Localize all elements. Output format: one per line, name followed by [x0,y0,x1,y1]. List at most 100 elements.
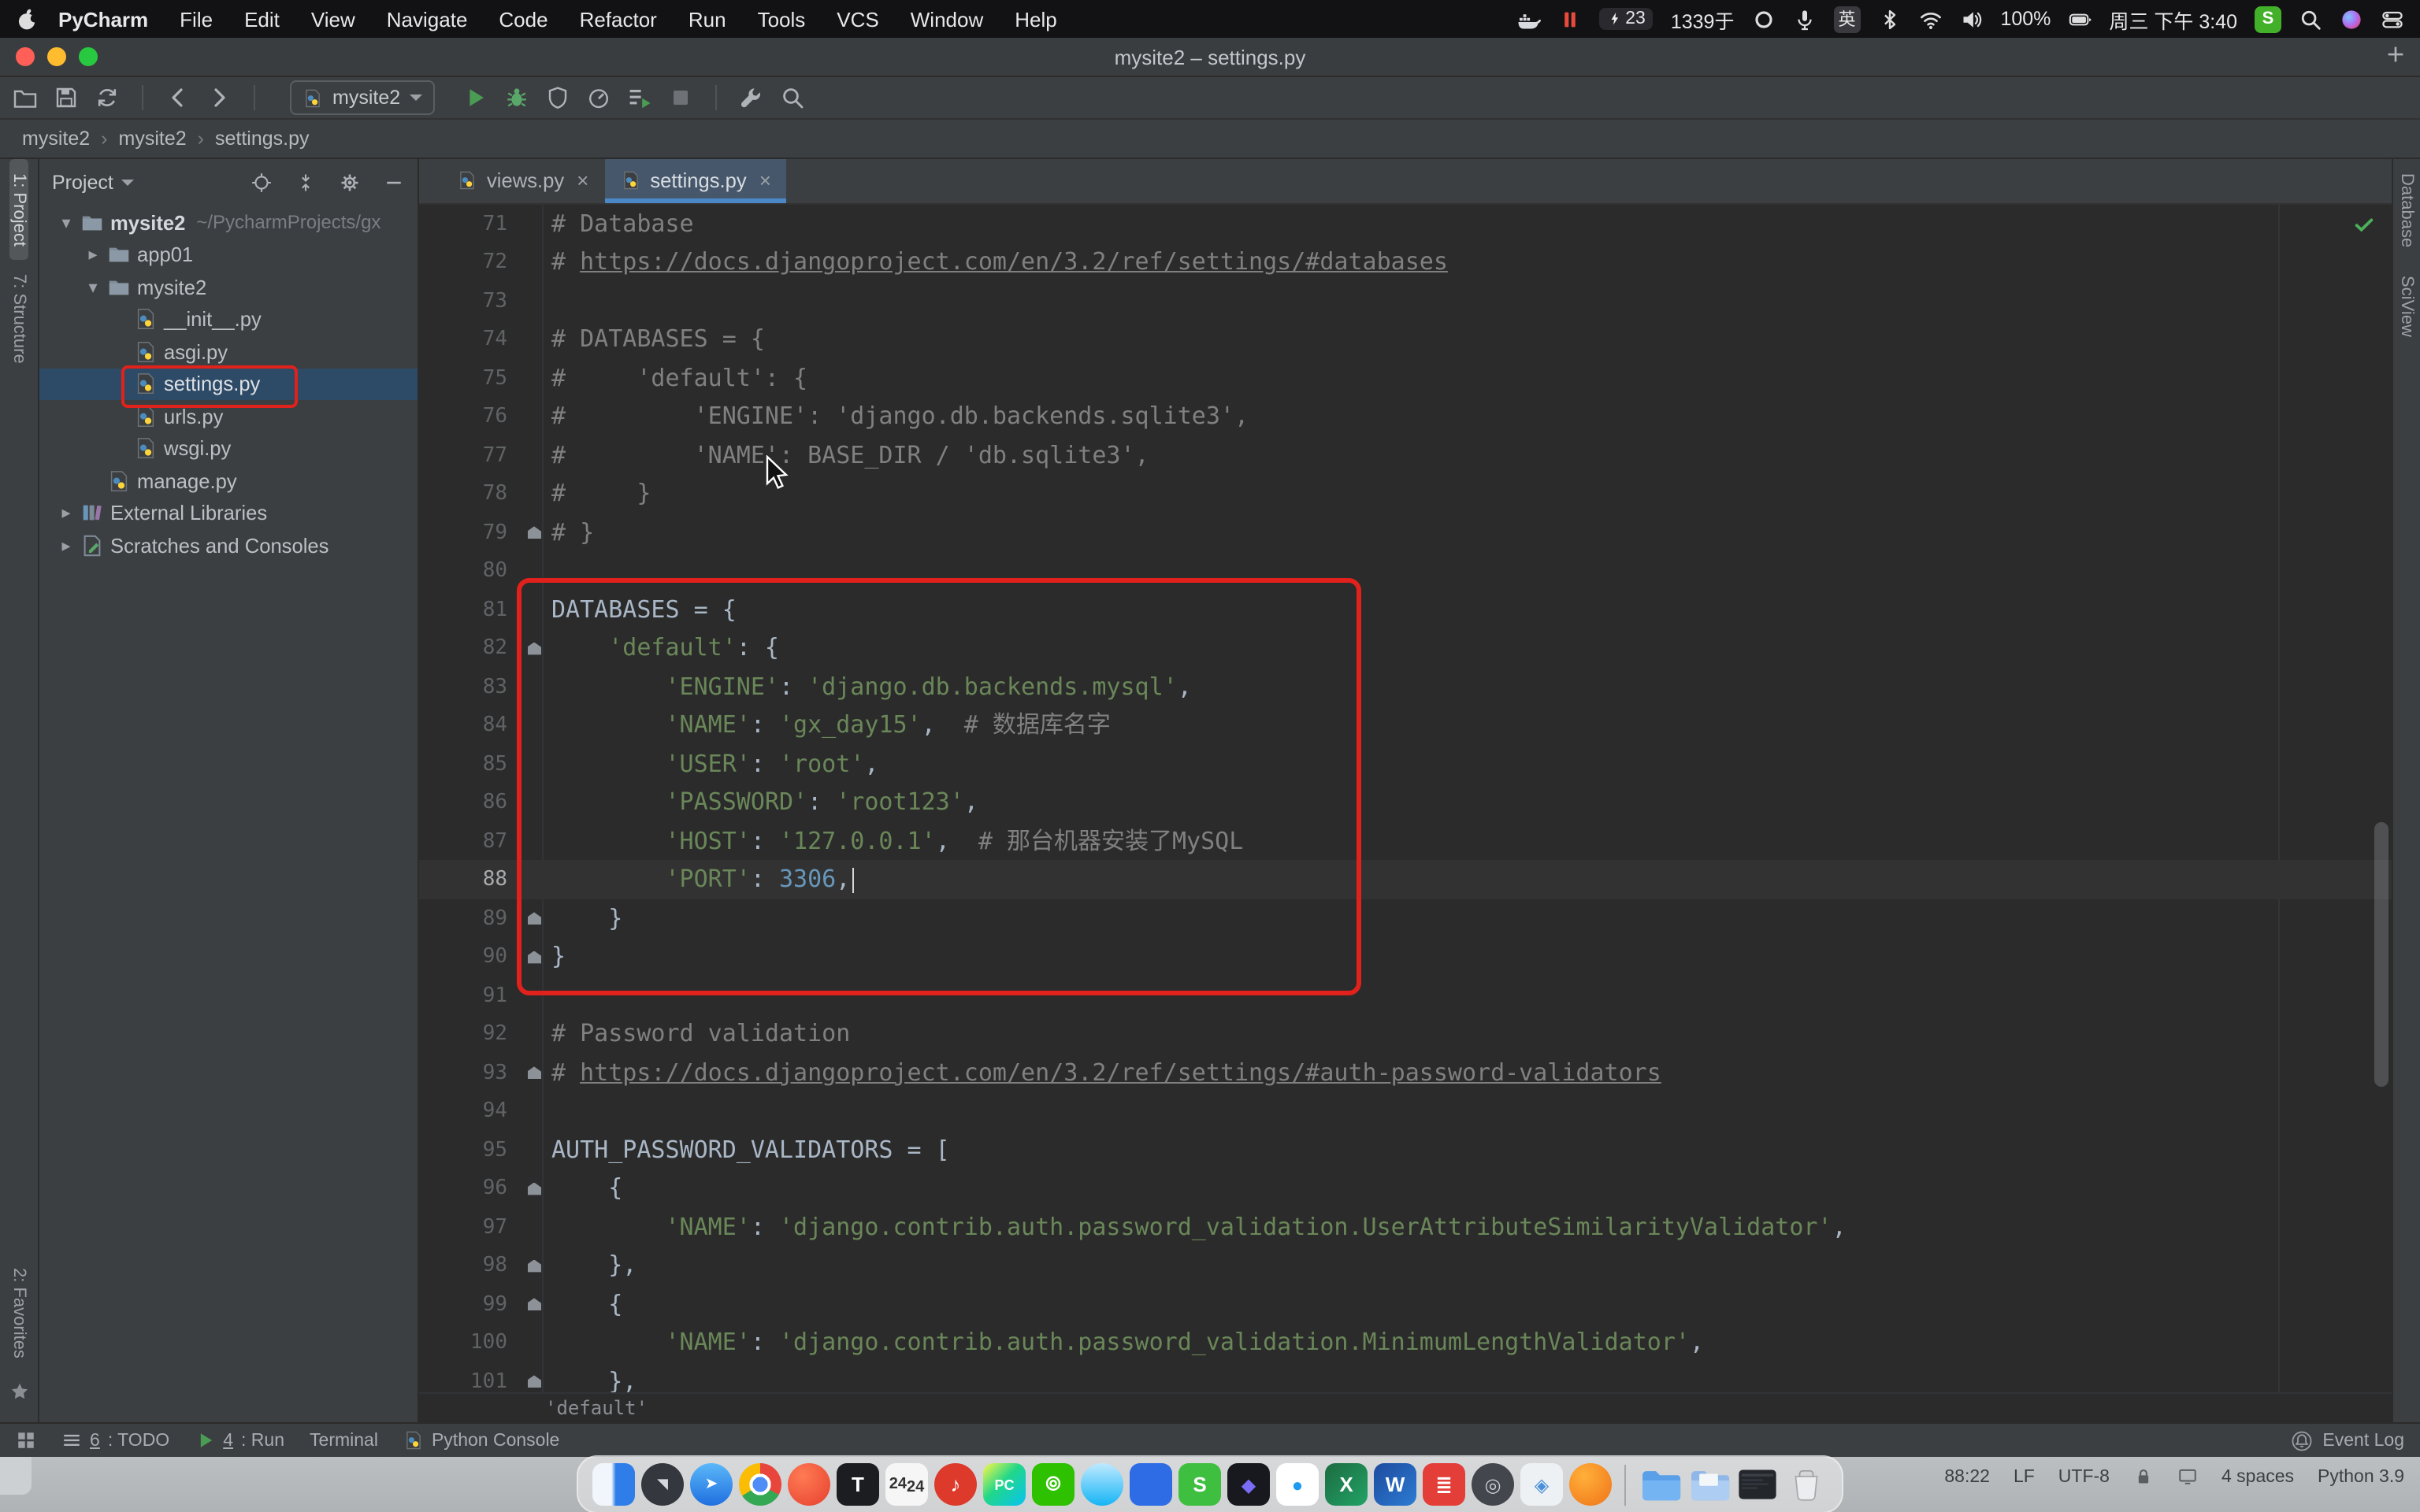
line-number[interactable]: 87 [419,829,517,853]
siri-icon[interactable] [2340,7,2363,31]
file-encoding[interactable]: UTF-8 [2058,1467,2110,1486]
line-number[interactable]: 86 [419,791,517,814]
toolwindow-toggle[interactable] [16,1430,36,1451]
dock-wechat-icon[interactable]: ⦾ [1032,1463,1075,1506]
menubar-menu-file[interactable]: File [164,7,228,31]
code-line-93[interactable]: 93# https://docs.djangoproject.com/en/3.… [419,1054,2392,1092]
code-line-82[interactable]: 82 'default': { [419,629,2392,668]
line-separator[interactable]: LF [2014,1467,2035,1486]
profiler-button[interactable] [586,85,611,110]
run-button[interactable] [463,85,488,110]
dock-bluebird-app-icon[interactable]: ● [1276,1463,1319,1506]
close-icon[interactable]: × [577,169,588,193]
menubar-clock[interactable]: 周三 下午 3:40 [2109,4,2237,34]
tree-item-__init__-py[interactable]: __init__.py [39,303,418,335]
code-line-86[interactable]: 86 'PASSWORD': 'root123', [419,784,2392,822]
code-line-79[interactable]: 79# } [419,513,2392,552]
line-number[interactable]: 89 [419,906,517,930]
fold-marker-icon[interactable] [527,1375,541,1388]
tab-settings-py[interactable]: settings.py× [604,159,787,203]
line-number[interactable]: 83 [419,675,517,699]
dock-white-tool-app-icon[interactable]: ◈ [1520,1463,1563,1506]
code-line-95[interactable]: 95AUTH_PASSWORD_VALIDATORS = [ [419,1131,2392,1169]
fold-marker-icon[interactable] [527,526,541,539]
fold-marker-icon[interactable] [527,951,541,963]
code-line-90[interactable]: 90} [419,938,2392,976]
pause-indicator-icon[interactable] [1557,7,1581,31]
code-line-85[interactable]: 85 'USER': 'root', [419,745,2392,784]
code-line-91[interactable]: 91 [419,976,2392,1015]
close-window-button[interactable] [16,47,35,66]
run-config-selector[interactable]: mysite2 [290,80,435,115]
tree-item-urls-py[interactable]: urls.py [39,400,418,432]
dock-chrome-icon[interactable] [739,1463,781,1506]
code-line-94[interactable]: 94 [419,1092,2392,1131]
net-speed-text[interactable]: 1339于 [1671,4,1735,34]
code-line-78[interactable]: 78# } [419,475,2392,513]
app-menu-title[interactable]: PyCharm [58,7,148,31]
dock-pycharm-icon[interactable]: PC [983,1463,1026,1506]
save-all-button[interactable] [54,85,79,110]
code-line-83[interactable]: 83 'ENGINE': 'django.db.backends.mysql', [419,668,2392,706]
code-line-77[interactable]: 77# 'NAME': BASE_DIR / 'db.sqlite3', [419,436,2392,475]
line-number[interactable]: 85 [419,752,517,776]
code-line-75[interactable]: 75# 'default': { [419,359,2392,398]
docker-whale-icon[interactable] [1516,7,1540,31]
favorites-star[interactable] [9,1381,29,1410]
tree-arrow-icon[interactable]: ▸ [55,503,77,524]
interpreter-info[interactable]: Python 3.9 [2318,1467,2404,1486]
line-number[interactable]: 101 [419,1369,517,1392]
search-everywhere-button[interactable] [780,85,805,110]
line-number[interactable]: 95 [419,1138,517,1162]
line-number[interactable]: 74 [419,328,517,351]
tree-item-settings-py[interactable]: settings.py [39,368,418,400]
battery-icon[interactable] [2068,7,2092,31]
menubar-menu-tools[interactable]: Tools [742,7,822,31]
dock-qq-app-icon[interactable] [1081,1463,1123,1506]
editor-scrollbar[interactable] [2374,822,2388,1087]
dock-sogou-app-icon[interactable]: S [1178,1463,1221,1506]
code-line-89[interactable]: 89 } [419,899,2392,938]
line-number[interactable]: 99 [419,1292,517,1316]
settings-wrench-button[interactable] [739,85,764,110]
dock-gray-circle-app-icon[interactable]: ◎ [1472,1463,1514,1506]
tree-arrow-icon[interactable]: ▸ [55,536,77,556]
tree-item-app01[interactable]: ▸app01 [39,239,418,271]
line-number[interactable]: 84 [419,713,517,737]
python-console-toolwindow-button[interactable]: Python Console [403,1430,559,1451]
status-badge[interactable]: 23 [1598,8,1654,30]
line-number[interactable]: 75 [419,366,517,390]
fold-marker-icon[interactable] [527,1182,541,1195]
dock-typora-icon[interactable]: T [837,1463,879,1506]
fold-marker-icon[interactable] [527,1259,541,1272]
toolwindow-button-sciview[interactable]: SciView [2397,261,2416,351]
screen-reader-icon[interactable] [2177,1466,2198,1487]
fold-marker-icon[interactable] [527,1066,541,1079]
breadcrumb-item-settings.py[interactable]: settings.py [215,128,310,150]
code-line-76[interactable]: 76# 'ENGINE': 'django.db.backends.sqlite… [419,398,2392,436]
code-line-101[interactable]: 101 }, [419,1362,2392,1392]
line-number[interactable]: 93 [419,1061,517,1084]
readonly-lock-icon[interactable] [2133,1466,2154,1487]
sogou-input-icon[interactable]: S [2255,6,2281,32]
circle-indicator-icon[interactable] [1751,7,1775,31]
toolwindow-button-2-favorites[interactable]: 2: Favorites [9,1253,28,1372]
code-line-72[interactable]: 72# https://docs.djangoproject.com/en/3.… [419,243,2392,282]
todo-toolwindow-button[interactable]: 6: TODO [61,1430,169,1451]
gear-icon[interactable] [339,172,361,194]
tree-item-external-libraries[interactable]: ▸External Libraries [39,497,418,529]
locate-icon[interactable] [251,172,273,194]
add-icon[interactable] [2384,43,2407,66]
line-number[interactable]: 81 [419,598,517,621]
dock-dark-compass-app-icon[interactable]: ◥ [641,1463,684,1506]
dock-red-browser-app-icon[interactable] [788,1463,830,1506]
wifi-icon[interactable] [1918,7,1942,31]
menubar-menu-edit[interactable]: Edit [228,7,295,31]
line-number[interactable]: 72 [419,250,517,274]
line-number[interactable]: 78 [419,482,517,506]
line-number[interactable]: 88 [419,868,517,891]
line-number[interactable]: 97 [419,1215,517,1239]
dock-downloads-folder-icon[interactable] [1639,1463,1681,1506]
line-number[interactable]: 92 [419,1022,517,1046]
volume-icon[interactable] [1959,7,1983,31]
